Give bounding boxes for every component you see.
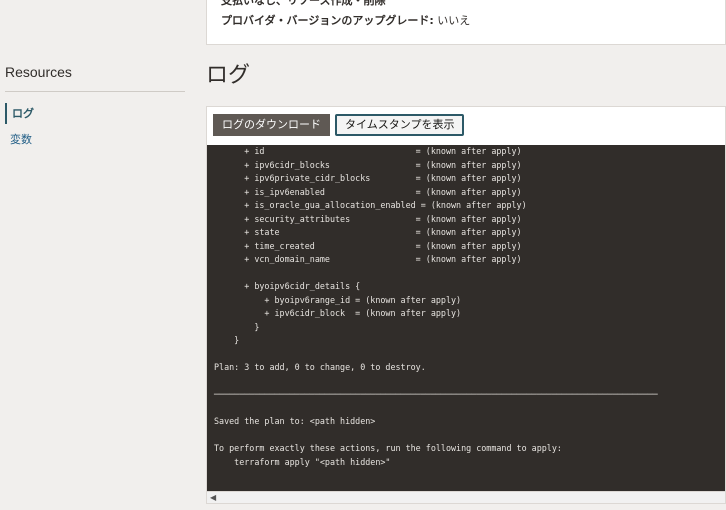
scroll-left-icon[interactable]: ◀ xyxy=(210,493,216,502)
log-line: + ipv6cidr_block = (known after apply) xyxy=(214,308,462,318)
log-line: Saved the plan to: <path hidden> xyxy=(214,416,376,426)
log-line: terraform apply "<path hidden>" xyxy=(214,456,391,467)
log-line: + is_ipv6enabled = (known after apply) xyxy=(214,186,522,197)
log-toolbar: ログのダウンロード タイムスタンプを表示 xyxy=(213,114,465,136)
details-line: 支払いなし、リソース作成・削除 xyxy=(221,0,386,7)
sidebar-item-variables[interactable]: 変数 xyxy=(5,131,32,147)
log-line: } xyxy=(214,321,260,332)
log-line: To perform exactly these actions, run th… xyxy=(214,443,562,453)
download-log-button[interactable]: ログのダウンロード xyxy=(213,114,330,136)
log-line: ────────────────────────────────────────… xyxy=(214,389,658,399)
upgrade-label: プロバイダ・バージョンのアップグレード: xyxy=(221,14,434,27)
log-line: + ipv6private_cidr_blocks = (known after… xyxy=(214,173,522,183)
log-line: + ipv6cidr_blocks = (known after apply) xyxy=(214,159,522,170)
log-line: } xyxy=(214,335,240,345)
resources-divider xyxy=(5,91,185,92)
resources-title: Resources xyxy=(5,64,72,80)
log-output[interactable]: + id = (known after apply) + ipv6cidr_bl… xyxy=(207,145,725,491)
log-panel: ログのダウンロード タイムスタンプを表示 + id = (known after… xyxy=(206,106,726,504)
details-panel: 支払いなし、リソース作成・削除 プロバイダ・バージョンのアップグレード: いいえ xyxy=(206,0,726,45)
log-line: + byoipv6cidr_details { xyxy=(214,281,361,291)
log-line: Plan: 3 to add, 0 to change, 0 to destro… xyxy=(214,362,426,372)
log-line: + security_attributes = (known after app… xyxy=(214,213,522,224)
log-line: + id = (known after apply) xyxy=(214,146,522,156)
show-timestamps-button[interactable]: タイムスタンプを表示 xyxy=(335,114,465,136)
log-line: + is_oracle_gua_allocation_enabled = (kn… xyxy=(214,200,527,210)
log-line: + state = (known after apply) xyxy=(214,227,522,237)
log-text: + id = (known after apply) + ipv6cidr_bl… xyxy=(207,145,725,469)
log-line: + byoipv6range_id = (known after apply) xyxy=(214,294,462,305)
upgrade-row: プロバイダ・バージョンのアップグレード: いいえ xyxy=(221,12,470,28)
sidebar-item-log[interactable]: ログ xyxy=(5,103,34,124)
upgrade-value: いいえ xyxy=(433,14,471,27)
log-line: + vcn_domain_name = (known after apply) xyxy=(214,254,522,264)
page-title: ログ xyxy=(206,62,251,87)
log-line: + time_created = (known after apply) xyxy=(214,240,522,251)
horizontal-scrollbar[interactable]: ◀ xyxy=(207,491,725,503)
